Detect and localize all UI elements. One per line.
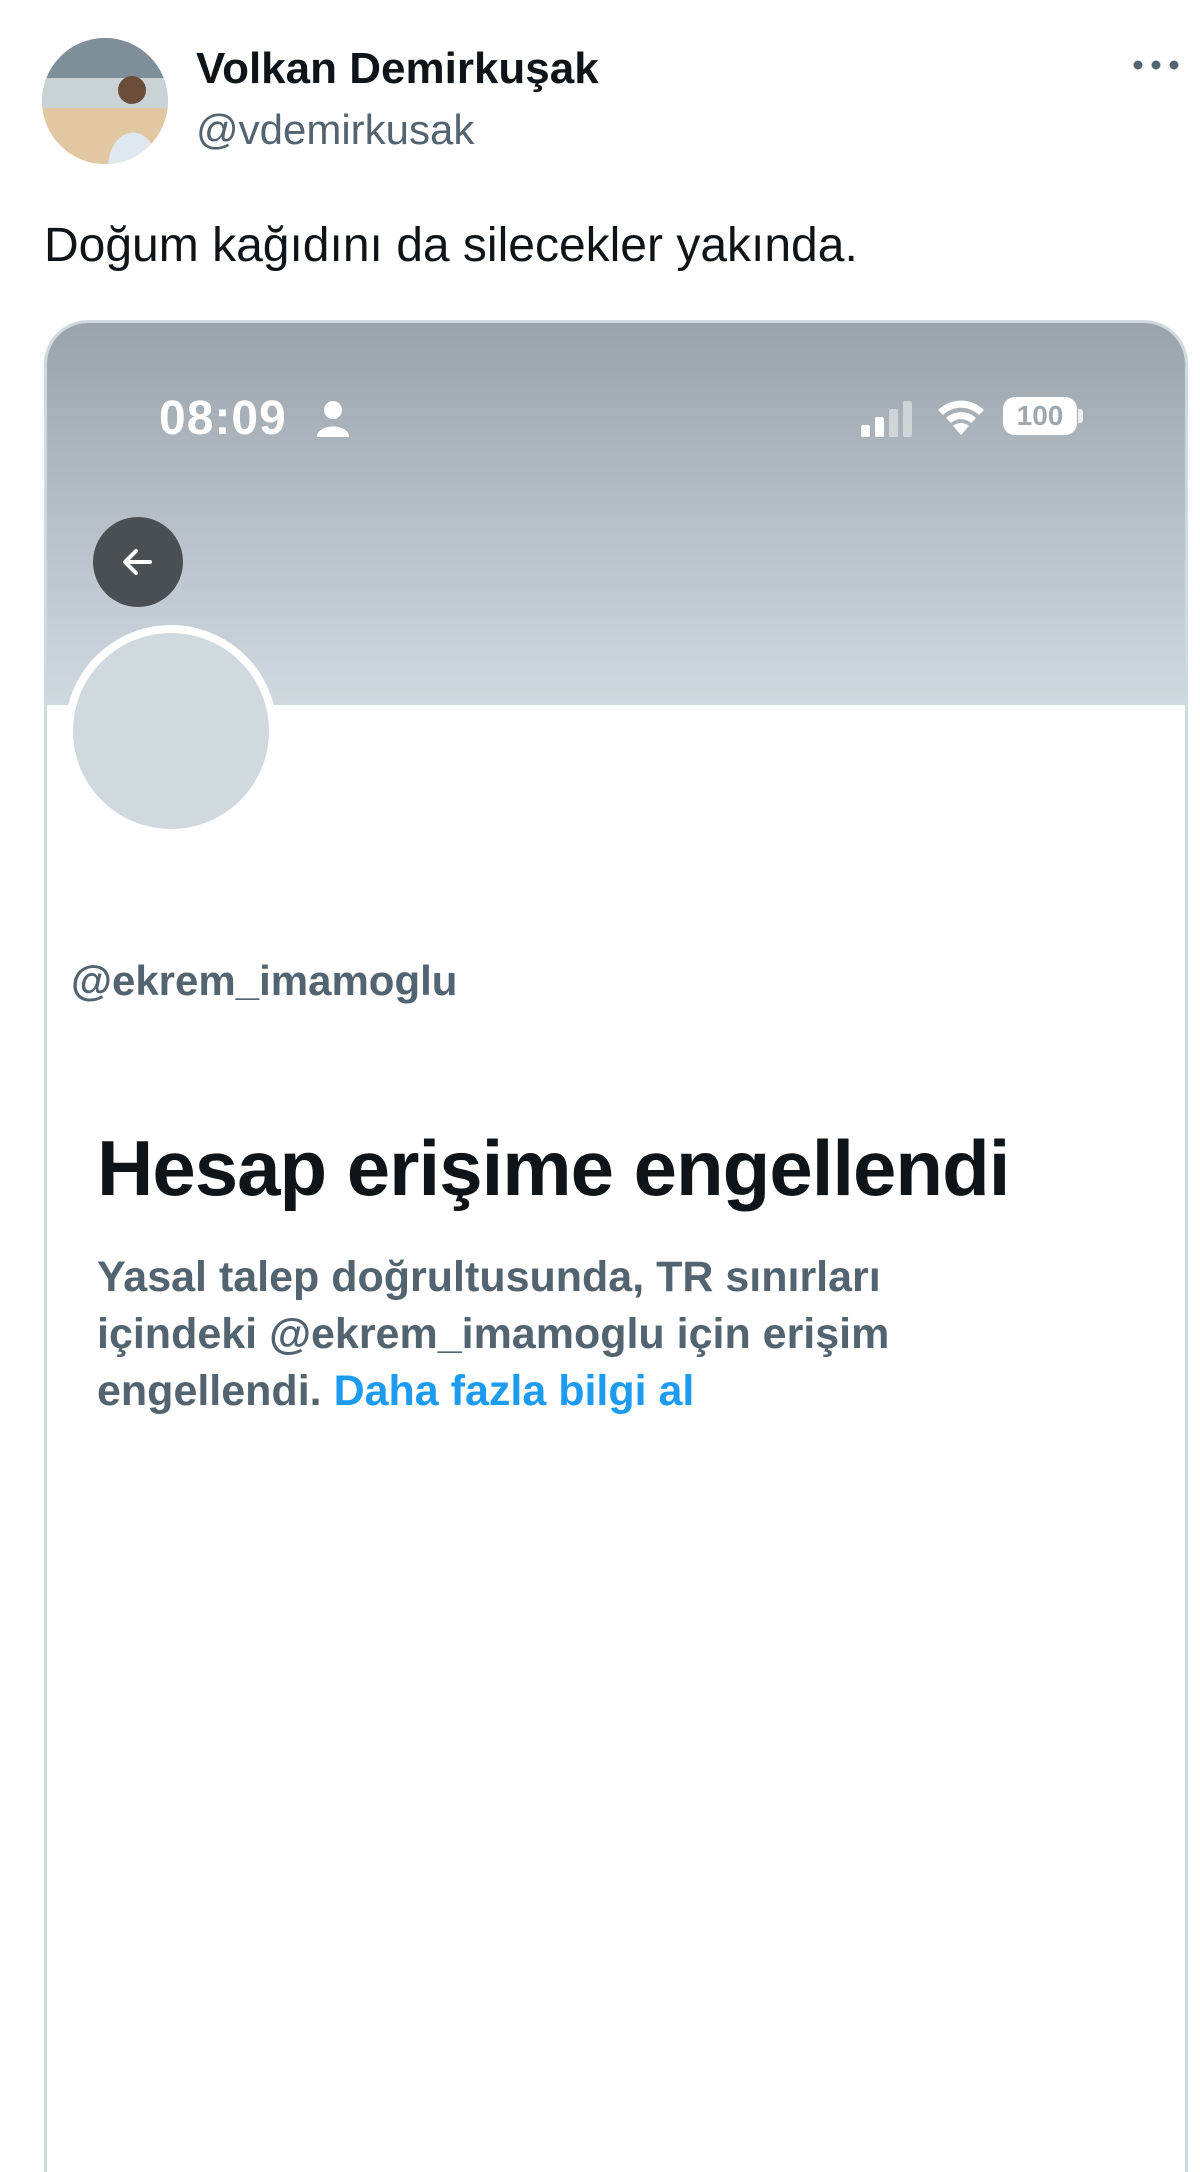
signal-icon: [861, 401, 912, 437]
tweet-page: Volkan Demirkuşak @vdemirkusak Doğum kağ…: [0, 0, 1200, 2172]
blocked-description-line: engellendi. Daha fazla bilgi al: [97, 1363, 1087, 1420]
status-time: 08:09: [159, 392, 287, 445]
profile-avatar: [65, 625, 277, 837]
blocked-title: Hesap erişime engellendi: [97, 1124, 1010, 1212]
author-handle[interactable]: @vdemirkusak: [196, 106, 474, 154]
more-options-button[interactable]: [1128, 50, 1184, 80]
learn-more-link[interactable]: Daha fazla bilgi al: [334, 1367, 695, 1415]
author-avatar[interactable]: [42, 38, 168, 164]
blocked-description: Yasal talep doğrultusunda, TR sınırları …: [97, 1249, 1087, 1420]
tweet-media-card[interactable]: 08:09 100 @ekrem_imamoglu Hesap erişime …: [44, 320, 1188, 2172]
wifi-icon: [938, 400, 984, 435]
author-name[interactable]: Volkan Demirkuşak: [196, 44, 599, 94]
blocked-description-end: engellendi.: [97, 1367, 322, 1415]
back-button[interactable]: [93, 517, 183, 607]
arrow-left-icon: [123, 549, 152, 575]
more-icon: [1133, 60, 1179, 70]
blocked-description-line: Yasal talep doğrultusunda, TR sınırları: [97, 1253, 881, 1301]
person-icon: [317, 401, 349, 437]
tweet-text: Doğum kağıdını da silecekler yakında.: [44, 219, 858, 272]
avatar-photo: [42, 38, 168, 164]
blocked-description-line: içindeki @ekrem_imamoglu için erişim: [97, 1310, 890, 1358]
profile-handle: @ekrem_imamoglu: [71, 957, 458, 1004]
battery-tip: [1078, 409, 1083, 423]
battery-indicator: 100: [1003, 397, 1077, 435]
